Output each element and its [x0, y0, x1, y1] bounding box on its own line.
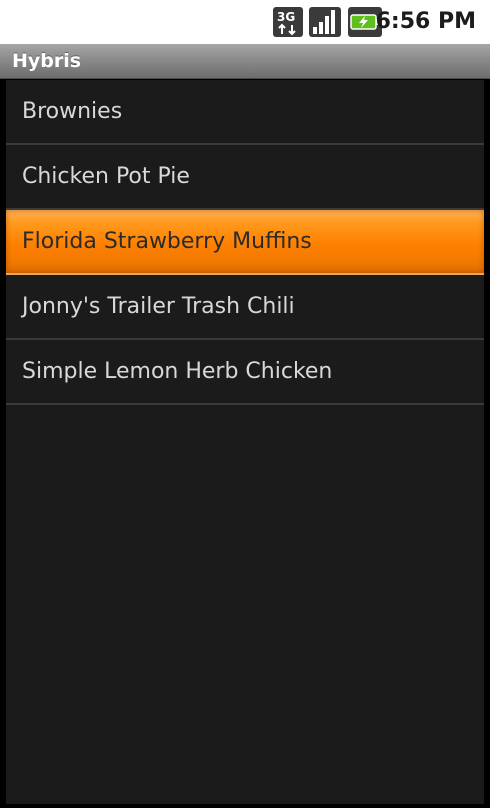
recipe-item-brownies[interactable]: Brownies — [6, 80, 484, 145]
app-screen: 3G 6:56 PM Hybris Brownies Chicken Pot P… — [0, 0, 490, 808]
svg-text:3G: 3G — [277, 10, 295, 24]
recipe-item-jonnys-trailer-trash-chili[interactable]: Jonny's Trailer Trash Chili — [6, 275, 484, 340]
3g-data-icon: 3G — [273, 7, 303, 37]
signal-strength-icon — [309, 7, 341, 37]
recipe-item-florida-strawberry-muffins[interactable]: Florida Strawberry Muffins — [6, 210, 484, 275]
app-title: Hybris — [12, 50, 82, 72]
recipe-item-simple-lemon-herb-chicken[interactable]: Simple Lemon Herb Chicken — [6, 340, 484, 405]
recipe-item-chicken-pot-pie[interactable]: Chicken Pot Pie — [6, 145, 484, 210]
recipe-list[interactable]: Brownies Chicken Pot Pie Florida Strawbe… — [6, 80, 484, 804]
status-bar: 3G 6:56 PM — [0, 0, 490, 44]
status-time: 6:56 PM — [375, 9, 476, 34]
title-bar: Hybris — [0, 44, 490, 79]
